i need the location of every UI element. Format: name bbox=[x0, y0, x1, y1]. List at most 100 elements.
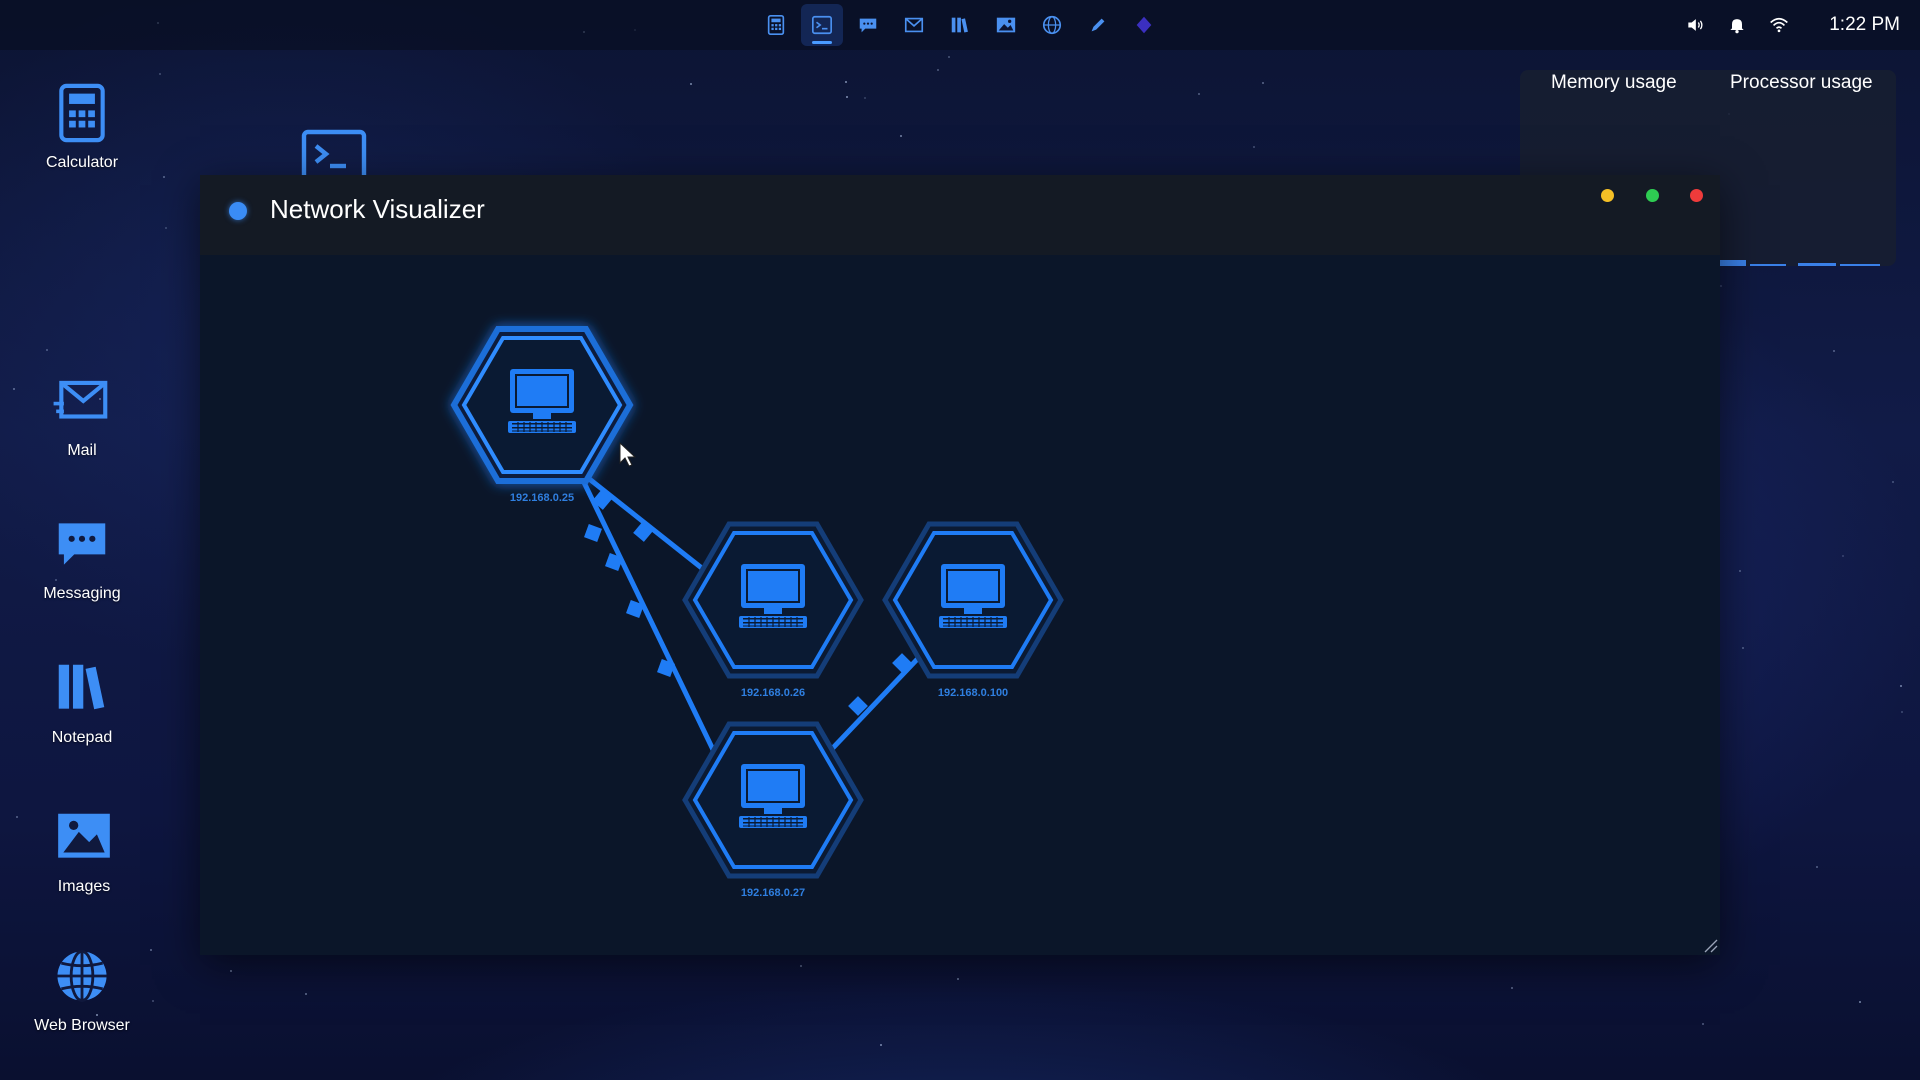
dock-item-images[interactable] bbox=[985, 4, 1027, 46]
terminal-icon[interactable] bbox=[300, 128, 368, 178]
processor-usage-label: Processor usage bbox=[1730, 72, 1873, 93]
star bbox=[937, 69, 939, 71]
speaker-icon[interactable] bbox=[1685, 15, 1705, 35]
gem-icon bbox=[1136, 16, 1152, 34]
star bbox=[159, 73, 161, 75]
taskbar-dock bbox=[755, 4, 1165, 46]
chat-icon bbox=[859, 18, 877, 33]
globe-icon bbox=[1042, 15, 1062, 35]
clock[interactable]: 1:22 PM bbox=[1829, 14, 1900, 36]
star bbox=[846, 96, 848, 98]
window-title: Network Visualizer bbox=[270, 194, 485, 224]
star bbox=[1900, 685, 1902, 687]
star bbox=[305, 993, 307, 995]
star bbox=[1198, 93, 1200, 95]
dock-item-web-browser[interactable] bbox=[1031, 4, 1073, 46]
star bbox=[163, 176, 165, 178]
top-bar: 1:22 PM bbox=[0, 0, 1920, 50]
dock-item-mail[interactable] bbox=[893, 4, 935, 46]
computer-icon bbox=[507, 368, 577, 434]
window-titlebar[interactable]: Network Visualizer bbox=[200, 175, 1720, 255]
network-canvas[interactable]: 192.168.0.25 192.168.0.26 192.168.0.100 bbox=[200, 255, 1720, 955]
star bbox=[165, 227, 167, 229]
computer-icon bbox=[738, 763, 808, 829]
network-node[interactable]: 192.168.0.25 bbox=[450, 326, 634, 504]
star bbox=[690, 83, 692, 85]
close-button[interactable] bbox=[1690, 189, 1703, 202]
star bbox=[948, 56, 950, 58]
mail-icon bbox=[904, 17, 924, 33]
star bbox=[864, 97, 866, 99]
star bbox=[1742, 647, 1744, 649]
desktop-icon-calculator[interactable]: Calculator bbox=[7, 82, 157, 172]
dock-item-calculator[interactable] bbox=[755, 4, 797, 46]
calculator-icon bbox=[767, 15, 785, 35]
star bbox=[1739, 570, 1741, 572]
node-ip-label: 192.168.0.27 bbox=[741, 887, 805, 899]
books-icon bbox=[58, 664, 105, 710]
dock-item-messaging[interactable] bbox=[847, 4, 889, 46]
system-tray: 1:22 PM bbox=[1685, 0, 1900, 50]
node-ip-label: 192.168.0.25 bbox=[510, 492, 574, 504]
image-icon bbox=[58, 813, 110, 858]
star bbox=[845, 81, 847, 83]
desktop-icon-label: Messaging bbox=[43, 585, 121, 602]
memory-usage-label: Memory usage bbox=[1551, 72, 1677, 93]
desktop-icon-label: Web Browser bbox=[34, 1017, 130, 1034]
minimize-button[interactable] bbox=[1601, 189, 1614, 202]
mouse-cursor-icon bbox=[619, 441, 637, 467]
desktop-icon-notepad[interactable]: Notepad bbox=[7, 657, 157, 747]
star bbox=[1511, 987, 1513, 989]
star bbox=[1262, 82, 1264, 84]
star bbox=[1816, 866, 1818, 868]
node-ip-label: 192.168.0.100 bbox=[938, 687, 1008, 699]
network-node[interactable]: 192.168.0.100 bbox=[882, 521, 1064, 699]
dock-item-gem[interactable] bbox=[1123, 4, 1165, 46]
desktop-icon-label: Mail bbox=[67, 442, 97, 459]
desktop-icon-label: Images bbox=[57, 878, 111, 895]
desktop-icon-messaging[interactable]: Messaging bbox=[7, 513, 157, 603]
star bbox=[1833, 350, 1835, 352]
star bbox=[1842, 555, 1844, 557]
network-visualizer-window: Network Visualizer 192.168.0.25 192.168.… bbox=[200, 175, 1720, 955]
star bbox=[800, 965, 802, 967]
node-ip-label: 192.168.0.26 bbox=[741, 687, 805, 699]
network-node[interactable]: 192.168.0.27 bbox=[682, 721, 864, 899]
bell-icon[interactable] bbox=[1727, 15, 1747, 35]
globe-icon bbox=[57, 950, 107, 1002]
books-icon bbox=[951, 17, 968, 33]
image-icon bbox=[996, 17, 1016, 33]
desktop-icon-mail[interactable]: Mail bbox=[7, 370, 157, 460]
star bbox=[1720, 285, 1722, 287]
computer-icon bbox=[938, 563, 1008, 629]
wifi-icon[interactable] bbox=[1769, 15, 1789, 35]
processor-usage-graph bbox=[1720, 260, 1896, 266]
star bbox=[957, 978, 959, 980]
star bbox=[1253, 146, 1255, 148]
star bbox=[880, 1044, 882, 1046]
network-graph: 192.168.0.25 192.168.0.26 192.168.0.100 bbox=[450, 326, 1064, 899]
resize-grip-icon[interactable] bbox=[1702, 937, 1718, 953]
maximize-button[interactable] bbox=[1646, 189, 1659, 202]
terminal-icon bbox=[812, 15, 832, 35]
network-node[interactable]: 192.168.0.26 bbox=[682, 521, 864, 699]
desktop-icon-images[interactable]: Images bbox=[9, 806, 159, 896]
star bbox=[230, 970, 232, 972]
computer-icon bbox=[738, 563, 808, 629]
pen-icon bbox=[1091, 18, 1105, 32]
app-status-dot bbox=[229, 202, 247, 220]
star bbox=[900, 135, 902, 137]
desktop-icon-label: Calculator bbox=[45, 154, 119, 171]
dock-item-terminal[interactable] bbox=[801, 4, 843, 46]
chat-icon bbox=[58, 523, 106, 565]
desktop-icon-label: Notepad bbox=[51, 729, 113, 746]
calculator-icon bbox=[59, 83, 105, 143]
star bbox=[1702, 1023, 1704, 1025]
mail-icon bbox=[53, 380, 108, 419]
dock-item-notepad[interactable] bbox=[939, 4, 981, 46]
desktop-icon-web-browser[interactable]: Web Browser bbox=[7, 945, 157, 1035]
star bbox=[46, 349, 48, 351]
dock-item-pen[interactable] bbox=[1077, 4, 1119, 46]
link-n1-n2 bbox=[576, 468, 710, 575]
star bbox=[1892, 481, 1894, 483]
